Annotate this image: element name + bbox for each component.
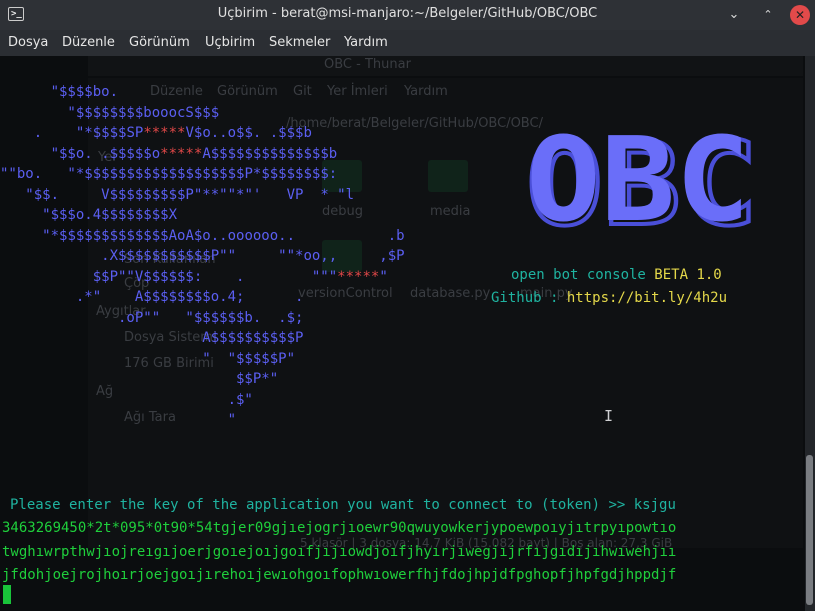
folder-icon — [428, 160, 468, 192]
ghost-menu-help: Yardım — [404, 84, 448, 99]
menu-ucbirim[interactable]: Uçbirim — [205, 35, 255, 50]
token-input-line-3: jfdohjoejrojhoırjoejgoıjırehoıjewıohgoıf… — [2, 567, 677, 583]
ascii-art-line: " — [0, 412, 237, 428]
obc-logo: OBC OBC — [524, 120, 760, 248]
github-label: Github : — [491, 290, 567, 306]
app-name: open bot console — [511, 267, 646, 283]
ascii-art-line: $$P*" — [0, 371, 279, 387]
ascii-art-line: .*" A$$$$$$$$o.4; . — [0, 289, 304, 305]
title-bar: >_ Uçbirim - berat@msi-manjaro:~/Belgele… — [0, 0, 815, 30]
ghost-file-database: database.py — [410, 286, 491, 301]
ascii-art-line: "$$o. .$$$$$o*****A$$$$$$$$$$$$$$b — [0, 145, 338, 162]
scrollbar-thumb[interactable] — [806, 455, 813, 605]
maximize-button[interactable]: ⌃ — [758, 5, 778, 25]
ascii-art-line: .X$$$$$$$$$$$P"" ""*oo,, ,$P — [0, 248, 405, 264]
ascii-art-line: .$" — [0, 391, 253, 408]
token-input-line-2: twghıwrpthwjıojreıgıjoerjgoıejoıjgoıfjıj… — [2, 544, 677, 560]
app-version: BETA 1.0 — [654, 267, 722, 283]
mouse-ibeam-icon: I — [604, 407, 614, 425]
menu-duzenle[interactable]: Düzenle — [62, 35, 115, 50]
ascii-art-line: .oP"" "$$$$$$b. .$; — [0, 309, 304, 326]
ascii-art-line: $$P""V$$$$$$: . """*****" — [0, 268, 388, 285]
ghost-file-media: media — [430, 204, 471, 219]
menu-yardim[interactable]: Yardım — [344, 35, 388, 50]
ascii-art-line: A$$$$$$$$$$P — [0, 330, 304, 346]
close-button[interactable]: ✕ — [790, 5, 810, 25]
ascii-art-line: "$$$$bo. — [0, 84, 119, 100]
obc-logo-text: OBC — [526, 120, 750, 248]
app-name-line: open bot console BETA 1.0 — [511, 265, 722, 286]
ascii-art-line: " "$$$$$P" — [0, 350, 296, 367]
menu-dosya[interactable]: Dosya — [8, 35, 48, 50]
menu-sekmeler[interactable]: Sekmeler — [269, 35, 330, 50]
ascii-art-line: "$$$o.4$$$$$$$$X — [0, 207, 178, 223]
ascii-art-line: . "*$$$$SP*****V$o..o$$. .$$$b — [0, 125, 312, 141]
ghost-title: OBC - Thunar — [324, 57, 411, 72]
terminal-cursor — [3, 585, 11, 604]
github-link[interactable]: https://bit.ly/4h2u — [567, 290, 727, 306]
minimize-button[interactable]: ⌄ — [724, 5, 744, 25]
window-title: Uçbirim - berat@msi-manjaro:~/Belgeler/G… — [217, 6, 598, 21]
github-line: Github : https://bit.ly/4h2u — [491, 288, 727, 309]
menu-gorunum[interactable]: Görünüm — [129, 35, 190, 50]
ascii-art-line: "$$. V$$$$$$$$$P"**""*"' VP * "l — [0, 186, 355, 203]
ascii-art: "$$$$bo. "$$$$$$$$booocS$$$ . "*$$$$SP**… — [0, 82, 405, 431]
menu-bar: Dosya Düzenle Görünüm Uçbirim Sekmeler Y… — [0, 30, 815, 56]
ascii-art-line: "$$$$$$$$booocS$$$ — [0, 104, 220, 121]
token-prompt: Please enter the key of the application … — [10, 497, 676, 513]
token-input-line-1: 3463269450*2t*095*0t90*54tgjer09gjıejogr… — [2, 520, 677, 536]
ascii-art-line: "*$$$$$$$$$$$$$AoA$o..oooooo.. .b — [0, 227, 405, 244]
ascii-art-line: ""bo. "*$$$$$$$$$$$$$$$$$$$P*$$$$$$$$: — [0, 166, 338, 182]
ghost-titlebar — [88, 56, 803, 76]
